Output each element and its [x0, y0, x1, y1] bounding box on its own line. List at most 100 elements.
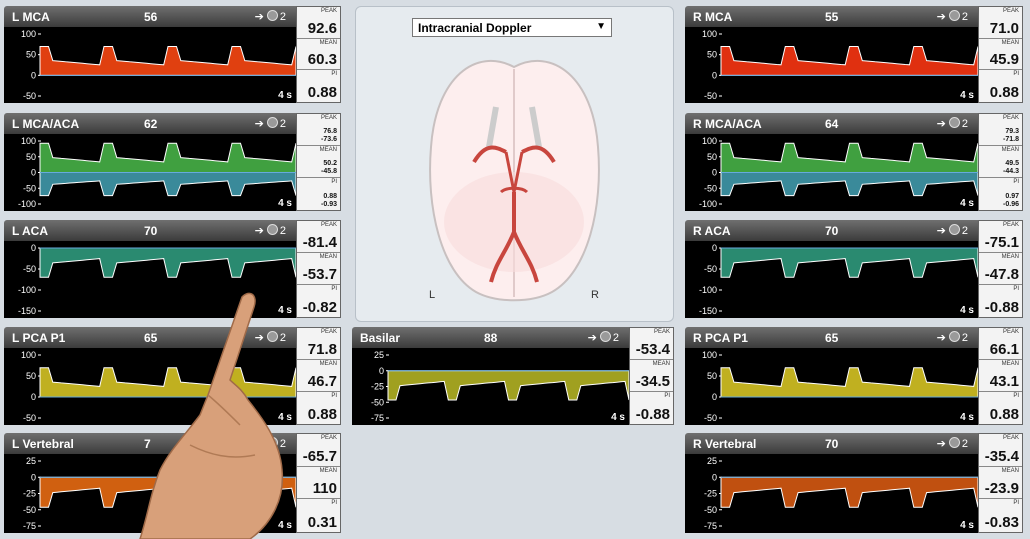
arrow-right-icon[interactable]: ➔	[937, 11, 946, 23]
panel-header: R MCA/ACA 64 ➔ 2	[685, 113, 978, 134]
probe-control[interactable]: ➔2	[937, 117, 968, 130]
axis-tick-label: 50	[26, 50, 36, 60]
probe-count: 2	[612, 332, 619, 344]
mean-label: MEAN	[1001, 254, 1019, 260]
axis-tick-label: 50	[707, 152, 717, 162]
mean-value: 49.5 -44.3	[1003, 160, 1019, 175]
right-label: R	[591, 289, 599, 301]
panel-basilar[interactable]: Basilar 88 ➔ 2 25 0 -25 -50 -75 4 s PEAK -53.4 MEAN -…	[352, 327, 674, 425]
axis-tick-label: -100	[18, 199, 36, 209]
axis-tick-label: -50	[704, 264, 717, 274]
arrow-right-icon[interactable]: ➔	[937, 332, 946, 344]
panel-r-mca[interactable]: R MCA 55 ➔ 2 100 50 0 -50 4 s PEAK 71.0 MEAN 45.9 PI 0…	[685, 6, 1023, 103]
axis-tick-label: -100	[699, 285, 717, 295]
spectrum-plot: 100 50 0 -50 4 s	[685, 348, 978, 425]
pi-value: 0.88	[307, 406, 337, 423]
peak-label: PEAK	[1002, 222, 1019, 228]
peak-label: PEAK	[1002, 8, 1019, 14]
panel-r-mca-aca[interactable]: R MCA/ACA 64 ➔ 2 100 50 0 -50 -100 4 s PEAK 79.3 -7…	[685, 113, 1023, 211]
axis-tick-label: 0	[712, 70, 717, 80]
brain-diagram	[429, 60, 600, 302]
probe-dot-icon	[948, 117, 960, 128]
vessel-name: R MCA	[693, 10, 733, 24]
pi-label: PI	[331, 179, 337, 185]
probe-control[interactable]: ➔2	[937, 331, 968, 344]
axis-tick-label: 100	[702, 136, 717, 146]
spectral-envelope	[39, 142, 296, 173]
probe-dot-icon	[948, 10, 960, 21]
panel-header: L ACA 70 ➔ 2	[4, 220, 296, 241]
peak-box: PEAK 79.3 -71.8	[979, 114, 1022, 146]
probe-control[interactable]: ➔2	[937, 437, 968, 450]
mean-value: -47.8	[984, 266, 1019, 283]
probe-control[interactable]: ➔2	[255, 117, 286, 130]
vessel-name: L ACA	[12, 224, 48, 238]
axis-tick-label: -50	[23, 264, 36, 274]
axis-tick-label: -100	[699, 199, 717, 209]
mean-box: MEAN -53.7	[297, 253, 340, 285]
axis-tick-label: 50	[707, 50, 717, 60]
panel-l-mca[interactable]: L MCA 56 ➔ 2 100 50 0 -50 4 s PEAK 92.6 MEAN 60.3 PI 0…	[4, 6, 341, 103]
probe-dot-icon	[599, 331, 611, 342]
mean-value: 43.1	[989, 373, 1019, 390]
vessel-name: Basilar	[360, 331, 401, 345]
mean-box: MEAN -34.5	[630, 360, 673, 392]
panel-r-pca-p1[interactable]: R PCA P1 65 ➔ 2 100 50 0 -50 4 s PEAK 66.1 MEAN 43.1…	[685, 327, 1023, 425]
peak-box: PEAK -65.7	[297, 434, 340, 467]
pi-box: PI -0.82	[297, 285, 340, 317]
arrow-right-icon[interactable]: ➔	[255, 11, 264, 23]
peak-value: -75.1	[984, 234, 1019, 251]
spectral-envelope	[720, 46, 978, 76]
pi-value: -0.88	[984, 299, 1019, 316]
panel-header: R PCA P1 65 ➔ 2	[685, 327, 978, 348]
pi-value: 0.88	[989, 83, 1019, 101]
mean-label: MEAN	[319, 39, 337, 46]
value-column: PEAK -75.1 MEAN -47.8 PI -0.88	[978, 220, 1023, 318]
vessel-name: L Vertebral	[12, 437, 74, 451]
mean-box: MEAN -47.8	[979, 253, 1022, 285]
axis-tick-label: 25	[26, 456, 36, 466]
arrow-right-icon[interactable]: ➔	[937, 118, 946, 130]
doppler-waveform: 25 0 -25 -50 -75	[704, 456, 978, 531]
panel-r-aca[interactable]: R ACA 70 ➔ 2 0 -50 -100 -150 4 s PEAK -75.1 MEAN -47…	[685, 220, 1023, 318]
arrow-right-icon[interactable]: ➔	[937, 225, 946, 237]
axis-tick-label: -75	[371, 413, 384, 423]
probe-control[interactable]: ➔2	[937, 224, 968, 237]
peak-box: PEAK -75.1	[979, 221, 1022, 253]
doppler-waveform: 100 50 0 -50	[702, 350, 978, 423]
pi-value: 0.88	[989, 406, 1019, 423]
pi-box: PI -0.88	[630, 392, 673, 424]
probe-control[interactable]: ➔2	[588, 331, 619, 344]
arrow-right-icon[interactable]: ➔	[255, 225, 264, 237]
arrow-right-icon[interactable]: ➔	[588, 332, 597, 344]
pi-value: 0.88 -0.93	[321, 193, 337, 208]
pi-label: PI	[331, 71, 337, 78]
vessel-name: R Vertebral	[693, 437, 757, 451]
axis-tick-label: 25	[374, 350, 384, 360]
mean-value: 110	[312, 480, 337, 498]
spectral-envelope	[720, 142, 978, 173]
probe-count: 2	[279, 225, 286, 237]
probe-control[interactable]: ➔2	[255, 10, 286, 23]
spectral-envelope	[387, 370, 629, 401]
value-column: PEAK -35.4 MEAN -23.9 PI -0.83	[978, 433, 1023, 533]
peak-value: -65.7	[302, 447, 337, 465]
depth-value: 88	[484, 331, 498, 345]
vessel-name: R ACA	[693, 224, 731, 238]
axis-tick-label: -50	[704, 413, 717, 423]
mean-value: -34.5	[635, 373, 670, 390]
probe-count: 2	[961, 332, 968, 344]
probe-control[interactable]: ➔2	[255, 224, 286, 237]
panel-r-vertebral[interactable]: R Vertebral 70 ➔ 2 25 0 -25 -50 -75 4 s PEAK -35.4 M…	[685, 433, 1023, 533]
mean-box: MEAN 50.2 -45.8	[297, 146, 340, 178]
arrow-right-icon[interactable]: ➔	[255, 118, 264, 130]
pi-value: 0.97 -0.96	[1003, 193, 1019, 208]
doppler-waveform: 100 50 0 -50	[21, 29, 296, 101]
probe-control[interactable]: ➔2	[937, 10, 968, 23]
arrow-right-icon[interactable]: ➔	[937, 438, 946, 450]
peak-label: PEAK	[653, 329, 670, 335]
depth-value: 70	[825, 437, 839, 451]
panel-l-mca-aca[interactable]: L MCA/ACA 62 ➔ 2 100 50 0 -50 -100 4 s PEAK 76.8 -7…	[4, 113, 341, 211]
spectral-envelope-reverse	[39, 172, 296, 197]
depth-value: 64	[825, 117, 839, 131]
